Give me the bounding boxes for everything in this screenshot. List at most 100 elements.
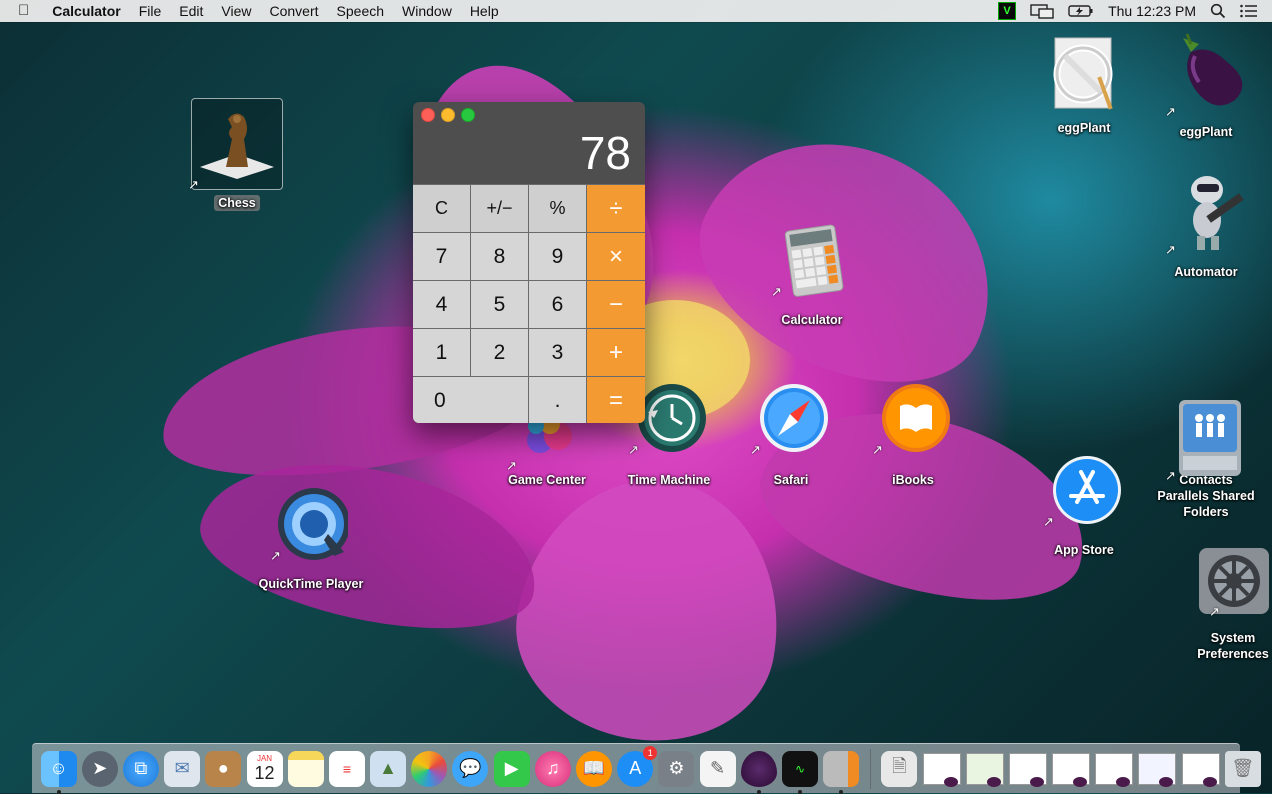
desktop-icon-label: Automator [1174, 265, 1238, 279]
desktop-icon-label: Game Center [508, 473, 586, 487]
preview-icon[interactable]: ▲ [370, 750, 407, 787]
desktop-icon-label: Chess [214, 195, 260, 211]
sign-key[interactable]: +/− [471, 185, 528, 232]
digit-8-key[interactable]: 8 [471, 233, 528, 280]
digit-7-key[interactable]: 7 [413, 233, 470, 280]
facetime-icon[interactable]: ▶ [493, 750, 530, 787]
minimize-button[interactable] [441, 108, 455, 122]
desktop-icon-eggplant[interactable]: ↗ eggPlant [1151, 30, 1261, 140]
add-key[interactable]: + [587, 329, 645, 376]
ibooks-icon: ↗ [872, 380, 950, 457]
desktop-icon-label: eggPlant [1179, 125, 1233, 139]
app-store-icon[interactable]: A1 [617, 745, 658, 787]
desktop-icon-automator[interactable]: ↗ Automator [1151, 168, 1261, 280]
activity-monitor-icon[interactable]: ∿ [781, 750, 818, 794]
calendar-day: 12 [254, 763, 275, 783]
digit-5-key[interactable]: 5 [471, 281, 528, 328]
menu-edit[interactable]: Edit [170, 0, 212, 22]
apple-menu-icon[interactable]:  [0, 0, 43, 22]
messages-icon[interactable]: 💬 [452, 750, 489, 787]
window-titlebar[interactable] [413, 102, 645, 126]
minimized-window[interactable] [1095, 752, 1134, 787]
mail-icon[interactable]: ✉ [164, 750, 201, 787]
calendar-month: JAN [256, 754, 273, 763]
digit-6-key[interactable]: 6 [529, 281, 586, 328]
desktop-icon-system-preferences[interactable]: ↗ System Preferences [1178, 546, 1272, 662]
zoom-button[interactable] [461, 108, 475, 122]
multiply-key[interactable]: × [587, 233, 645, 280]
minimized-window[interactable] [1008, 752, 1047, 787]
minimized-window[interactable] [1138, 752, 1177, 787]
desktop-icon-chess[interactable]: ↗ Chess [182, 98, 292, 212]
spotlight-icon[interactable] [1210, 3, 1226, 19]
safari-icon[interactable]: ⧉ [122, 750, 159, 787]
calculator-window[interactable]: 78 C +/−% ÷ 7 8 9 × 4 5 6−1 2 3 +0. = [413, 102, 645, 423]
decimal-key[interactable]: . [529, 377, 586, 423]
digit-4-key[interactable]: 4 [413, 281, 470, 328]
desktop-icon-label: Calculator [781, 313, 843, 327]
minimized-window[interactable] [922, 752, 961, 787]
menu-bar:  Calculator File Edit View Convert Spee… [0, 0, 1272, 22]
divide-key[interactable]: ÷ [587, 185, 645, 232]
calculator-icon[interactable] [823, 750, 860, 794]
ibooks-icon[interactable]: 📖 [576, 750, 613, 787]
calculator-keypad: C +/−% ÷ 7 8 9 × 4 5 6− 1 2 3 +0. = [413, 184, 645, 423]
reminders-icon[interactable]: ≡ [328, 750, 365, 787]
app-store-badge: 1 [643, 745, 658, 760]
subtract-key[interactable]: − [587, 281, 645, 328]
calculator-display: 78 [579, 127, 631, 179]
eggplant-icon: ↗ [1165, 30, 1243, 119]
desktop-icon-shared-folders[interactable]: ↗ Contacts Parallels Shared Folders [1151, 392, 1261, 520]
contacts-icon[interactable]: ● [205, 750, 242, 787]
digit-1-key[interactable]: 1 [413, 329, 470, 376]
desktop-icon-calculator[interactable]: ↗ Calculator [757, 222, 867, 328]
app-store-icon: ↗ [1043, 452, 1121, 529]
vnc-icon[interactable]: V [998, 2, 1017, 20]
menu-window[interactable]: Window [393, 0, 461, 22]
minimized-window[interactable] [1052, 752, 1091, 787]
eggplant-prohibited-icon [1047, 36, 1121, 110]
desktop-icon-ibooks[interactable]: ↗ iBooks [858, 380, 968, 488]
desktop-icon-label: Time Machine [627, 473, 711, 487]
desktop-icon-quicktime[interactable]: ↗ QuickTime Player [256, 486, 366, 592]
trash-icon[interactable]: 🗑 [1224, 750, 1261, 787]
desktop-icon-safari[interactable]: ↗ Safari [736, 380, 846, 488]
eggplant-icon[interactable] [740, 750, 777, 794]
downloads-folder-icon[interactable]: 🗎 [881, 750, 918, 787]
textedit-icon[interactable]: ✎ [699, 750, 736, 787]
chess-icon: ↗ [188, 98, 283, 192]
clock[interactable]: Thu 12:23 PM [1108, 3, 1196, 19]
calendar-icon[interactable]: JAN 12 [246, 750, 283, 787]
digit-2-key[interactable]: 2 [471, 329, 528, 376]
close-button[interactable] [421, 108, 435, 122]
launchpad-icon[interactable]: ➤ [81, 750, 118, 787]
quicktime-icon: ↗ [270, 486, 350, 563]
desktop-icon-eggplant-doc[interactable]: eggPlant [1029, 36, 1139, 136]
menu-file[interactable]: File [130, 0, 171, 22]
menu-help[interactable]: Help [461, 0, 508, 22]
percent-key[interactable]: % [529, 185, 586, 232]
minimized-window[interactable] [965, 752, 1004, 787]
notification-center-icon[interactable] [1240, 4, 1258, 18]
calculator-icon: ↗ [771, 222, 849, 299]
notes-icon[interactable] [287, 750, 324, 787]
photos-icon[interactable] [411, 750, 448, 787]
display-mirror-icon[interactable] [1030, 3, 1054, 19]
system-preferences-icon[interactable]: ⚙ [658, 750, 695, 787]
dock-separator [869, 748, 871, 789]
app-menu[interactable]: Calculator [43, 0, 129, 22]
digit-9-key[interactable]: 9 [529, 233, 586, 280]
clear-key[interactable]: C [413, 185, 470, 232]
digit-0-key[interactable]: 0 [413, 377, 528, 423]
dock: ☺ ➤ ⧉ ✉ ● JAN 12 ≡ ▲ 💬 ▶ ♫ 📖 A1 ⚙ ✎ ∿ 🗎 … [32, 743, 1261, 794]
desktop-icon-app-store[interactable]: ↗ App Store [1029, 452, 1139, 558]
minimized-window[interactable] [1181, 752, 1220, 787]
menu-speech[interactable]: Speech [328, 0, 393, 22]
battery-charging-icon[interactable] [1068, 4, 1094, 18]
finder-icon[interactable]: ☺ [40, 750, 77, 794]
menu-view[interactable]: View [212, 0, 260, 22]
menu-convert[interactable]: Convert [261, 0, 328, 22]
itunes-icon[interactable]: ♫ [534, 750, 571, 787]
digit-3-key[interactable]: 3 [529, 329, 586, 376]
equals-key[interactable]: = [587, 377, 645, 423]
